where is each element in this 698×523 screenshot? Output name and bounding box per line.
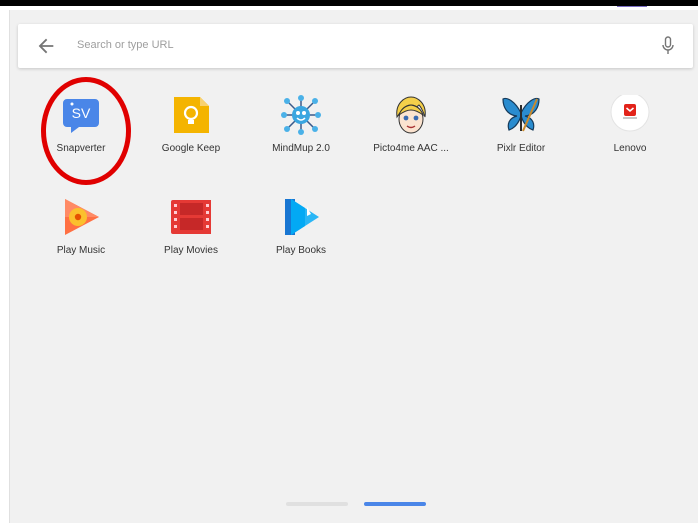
app-label: Play Books [275,245,327,256]
page-dot-2-active[interactable] [364,502,426,506]
top-bar [0,0,698,6]
back-arrow-icon[interactable] [35,35,57,57]
microphone-icon[interactable] [661,36,675,56]
google-keep-icon [174,97,209,133]
play-movies-icon [171,200,211,234]
app-label: Play Movies [164,245,218,256]
search-box[interactable]: Search or type URL [18,24,693,68]
picto4me-icon [396,96,426,134]
app-label: Picto4me AAC ... [373,143,449,154]
app-label: Pixlr Editor [496,143,546,154]
lenovo-icon [610,95,650,132]
app-label: MindMup 2.0 [272,143,330,154]
play-music-icon [65,199,99,235]
play-books-icon [285,199,319,235]
app-label: Lenovo [613,143,647,154]
pixlr-editor-icon [502,97,540,132]
page-dot-1[interactable] [286,502,348,506]
app-label: Play Music [56,245,106,256]
mindmup-icon [281,95,321,135]
highlight-circle [41,77,131,185]
app-label: Google Keep [161,143,221,154]
search-input[interactable]: Search or type URL [77,39,174,51]
